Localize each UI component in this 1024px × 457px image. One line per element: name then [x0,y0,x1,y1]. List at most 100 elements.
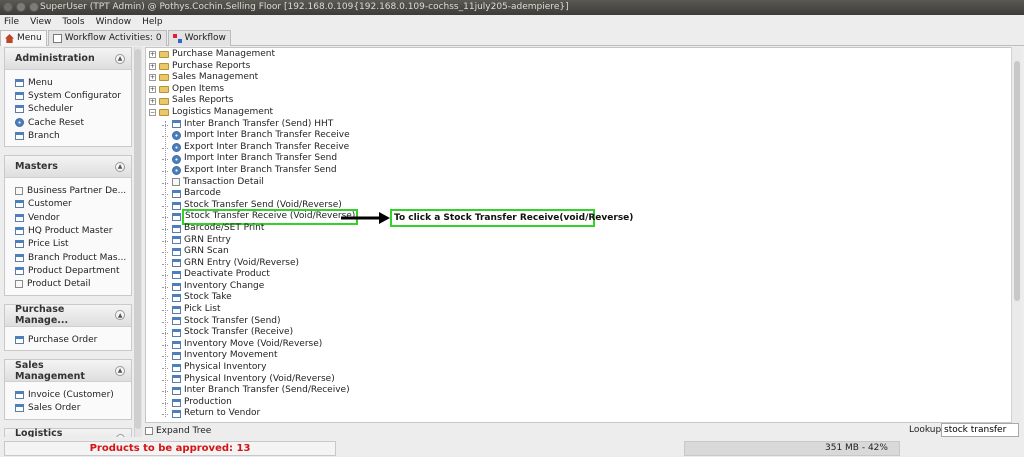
tree-item[interactable]: Inter Branch Transfer (Send) HHT [149,119,1009,131]
tab-menu[interactable]: Menu [0,30,47,46]
tree-item[interactable]: Inventory Change [149,281,1009,293]
collapse-chevron-icon[interactable]: ▲ [115,161,125,172]
tree-item[interactable]: Import Inter Branch Transfer Send [149,153,1009,165]
tree-scrollbar-thumb[interactable] [1014,61,1020,301]
sidebar-section-header[interactable]: Sales Management ▲ [5,360,131,383]
tree-item[interactable]: Stock Take [149,292,1009,304]
tree-item[interactable]: Pick List [149,304,1009,316]
collapse-chevron-icon[interactable]: ▲ [115,434,125,437]
collapse-chevron-icon[interactable]: ▲ [115,365,125,376]
window-icon [172,329,181,338]
tree-item[interactable]: Deactivate Product [149,269,1009,281]
collapse-chevron-icon[interactable]: ▲ [115,53,125,64]
tree-folder-label: Sales Reports [172,95,234,106]
sidebar-item[interactable]: System Configurator [15,89,131,102]
sidebar-item[interactable]: Vendor [15,211,131,224]
tree-item-label: Return to Vendor [184,408,261,419]
tree-item[interactable]: Production [149,397,1009,409]
tree-item[interactable]: Export Inter Branch Transfer Send [149,165,1009,177]
sidebar-item[interactable]: Scheduler [15,103,131,116]
tree-folder[interactable]: + Purchase Management [149,49,1009,61]
tree-folder[interactable]: + Sales Management [149,72,1009,84]
sidebar-section-title: Purchase Manage... [15,304,69,327]
sidebar-item[interactable]: Purchase Order [15,333,131,346]
tree-item[interactable]: Physical Inventory (Void/Reverse) [149,374,1009,386]
sidebar-section-title: Masters [15,161,58,173]
tree-item[interactable]: Inventory Movement [149,350,1009,362]
menu-help[interactable]: Help [142,15,163,30]
tree-item[interactable]: Inter Branch Transfer (Send/Receive) [149,385,1009,397]
sidebar-item-label: Purchase Order [28,334,98,345]
sidebar-section-header[interactable]: Purchase Manage... ▲ [5,304,131,327]
expand-tree-checkbox[interactable]: Expand Tree [145,426,211,436]
tree-folder[interactable]: + Open Items [149,84,1009,96]
tree-item-label: Barcode [184,188,221,199]
sidebar-item[interactable]: Product Department [15,264,131,277]
tree-item[interactable]: Return to Vendor [149,408,1009,420]
status-message[interactable]: Products to be approved: 13 [4,441,336,456]
tree-item[interactable]: Stock Transfer (Receive) [149,327,1009,339]
menu-tools[interactable]: Tools [62,15,84,30]
collapse-icon[interactable]: − [149,109,156,117]
sidebar-item[interactable]: HQ Product Master [15,224,131,237]
expand-icon[interactable]: + [149,86,156,94]
sidebar-item[interactable]: Cache Reset [15,116,131,129]
tab-workflow[interactable]: Workflow [167,30,231,46]
expand-icon[interactable]: + [149,97,156,105]
tree-scrollbar[interactable] [1011,47,1021,423]
tree-item-label: Inter Branch Transfer (Send/Receive) [184,385,350,396]
sidebar-section-header[interactable]: Masters ▲ [5,156,131,179]
sidebar-item[interactable]: Product Detail [15,278,131,291]
tree-folder[interactable]: + Purchase Reports [149,61,1009,73]
tree-item[interactable]: Physical Inventory [149,362,1009,374]
tree-folder[interactable]: + Sales Reports [149,95,1009,107]
tree-item-label: Import Inter Branch Transfer Send [184,153,338,164]
tree-item[interactable]: Inventory Move (Void/Reverse) [149,339,1009,351]
tree-item[interactable]: Transaction Detail [149,177,1009,189]
sidebar-scrollbar[interactable] [134,47,142,437]
sidebar-item-label: Branch [28,130,60,141]
sidebar-item[interactable]: Branch Product Mas... [15,251,131,264]
expand-icon[interactable]: + [149,74,156,82]
sidebar-item[interactable]: Branch [15,129,131,142]
tree-item[interactable]: Barcode [149,188,1009,200]
folder-icon [159,51,169,59]
sidebar-section-header[interactable]: Administration ▲ [5,48,131,70]
expand-icon[interactable]: + [149,62,156,70]
collapse-chevron-icon[interactable]: ▲ [115,310,125,321]
maximize-window-icon[interactable] [29,2,39,12]
status-bar: Products to be approved: 13 351 MB - 42% [0,440,1024,457]
folder-icon [159,62,169,70]
tree-folder[interactable]: − Logistics Management [149,107,1009,119]
tree-item-label: Pick List [184,304,221,315]
menu-view[interactable]: View [30,15,51,30]
close-window-icon[interactable] [3,2,13,12]
sidebar-item-label: System Configurator [28,90,121,101]
sidebar-item[interactable]: Price List [15,238,131,251]
tree-item[interactable]: GRN Entry (Void/Reverse) [149,258,1009,270]
minimize-window-icon[interactable] [16,2,26,12]
tree-item[interactable]: GRN Scan [149,246,1009,258]
sidebar-scrollbar-thumb[interactable] [135,49,141,429]
lookup-input[interactable] [941,423,1019,437]
sidebar-section-header[interactable]: Logistics Managem... ▲ [5,428,131,437]
sidebar-item[interactable]: Invoice (Customer) [15,388,131,401]
sidebar-item[interactable]: Business Partner De... [15,184,131,197]
tree-item[interactable]: GRN Entry [149,235,1009,247]
sidebar-item[interactable]: Customer [15,198,131,211]
sidebar-item-label: Branch Product Mas... [28,252,127,263]
menu-window[interactable]: Window [96,15,132,30]
memory-indicator[interactable]: 351 MB - 42% [684,441,900,456]
menu-file[interactable]: File [4,15,19,30]
window-icon [172,375,181,384]
checkbox-icon[interactable] [145,426,153,435]
tab-workflow-activities[interactable]: Workflow Activities: 0 [47,30,167,46]
folder-open-icon [159,109,169,117]
tree-item[interactable]: Import Inter Branch Transfer Receive [149,130,1009,142]
sidebar-item[interactable]: Sales Order [15,401,131,414]
sidebar-item[interactable]: Menu [15,76,131,89]
process-icon [172,154,181,164]
tree-item[interactable]: Export Inter Branch Transfer Receive [149,142,1009,154]
tree-item[interactable]: Stock Transfer (Send) [149,316,1009,328]
expand-icon[interactable]: + [149,51,156,59]
